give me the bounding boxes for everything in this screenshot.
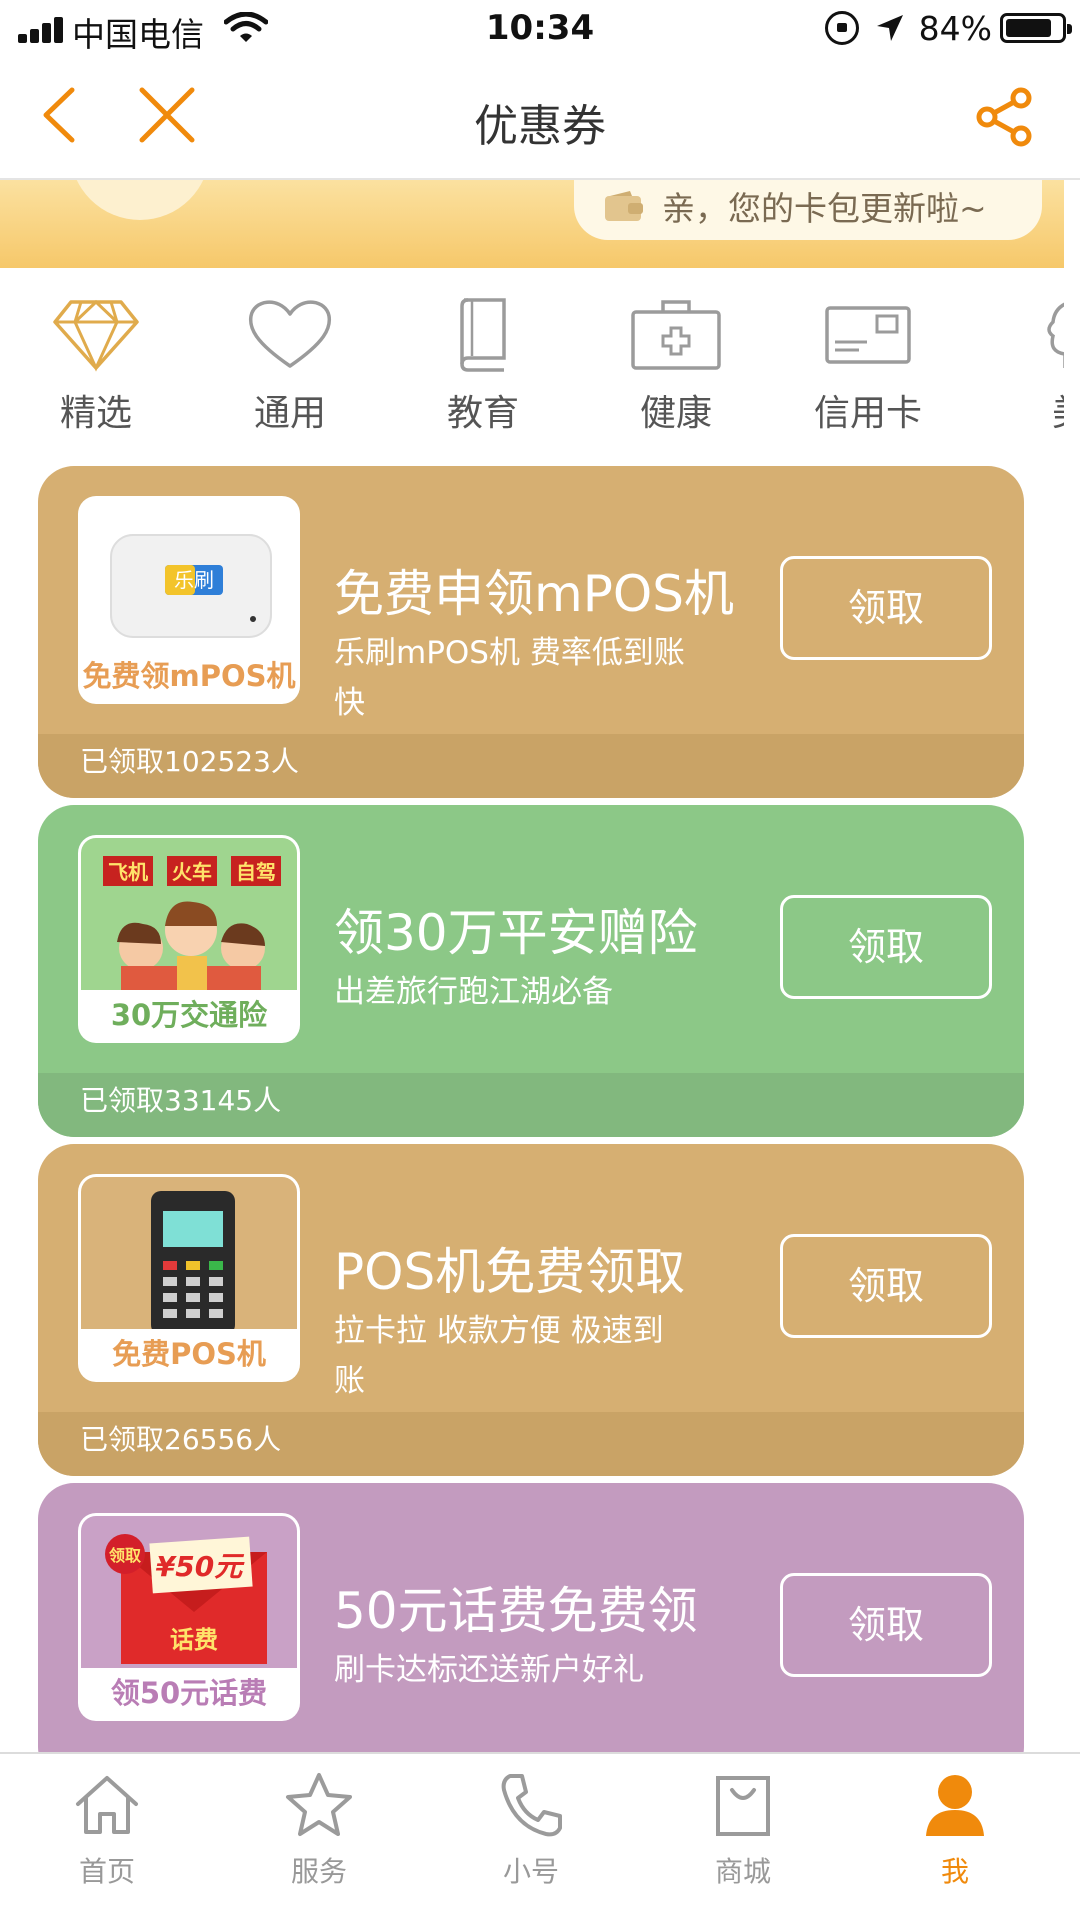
- tab-mall[interactable]: 商城: [678, 1770, 808, 1890]
- banner-text: 亲，您的卡包更新啦~: [662, 189, 987, 228]
- coupon-title: 领30万平安赠险: [334, 904, 698, 962]
- mpos-device-icon: 乐刷: [110, 534, 272, 638]
- medical-kit-icon: [631, 300, 721, 370]
- category-label: 精选: [59, 393, 132, 434]
- page-title: 优惠券: [474, 101, 606, 152]
- tab-subnumber[interactable]: 小号: [466, 1770, 596, 1890]
- battery-icon: [1000, 13, 1072, 43]
- envelope-badge: 领取: [109, 1546, 141, 1565]
- coupon-thumbnail: 飞机 火车 自驾 30万交通险: [78, 835, 300, 1043]
- coupon-title: 免费申领mPOS机: [334, 565, 734, 623]
- coupon-thumbnail: ¥50元 话费 领取 领50元话费: [78, 1513, 300, 1721]
- category-beauty[interactable]: 美: [990, 296, 1064, 446]
- category-featured[interactable]: 精选: [16, 296, 176, 446]
- beauty-icon: [1047, 302, 1064, 368]
- diamond-icon: [53, 299, 139, 372]
- category-health[interactable]: 健康: [596, 296, 756, 446]
- coupon-thumbnail: 乐刷 免费领mPOS机: [78, 496, 300, 704]
- coupon-title: 50元话费免费领: [334, 1582, 698, 1640]
- phone-icon: [501, 1774, 562, 1837]
- coupon-description: 刷卡达标还送新户好礼: [334, 1652, 644, 1688]
- coupon-page: 中国电信 10:34 84% 优惠券 亲，您的卡包更新啦~ 精选 通用 教育 健…: [0, 0, 1080, 1921]
- thumb-tag-text: 火车: [172, 860, 212, 884]
- coupon-description: 出差旅行跑江湖必备: [334, 974, 613, 1010]
- battery-fill: [1006, 19, 1051, 37]
- category-label: 信用卡: [813, 393, 922, 434]
- location-arrow-icon: [876, 15, 903, 41]
- thumb-caption: 免费POS机: [81, 1329, 297, 1379]
- heart-icon: [248, 300, 332, 368]
- category-label: 美: [990, 384, 1064, 436]
- tab-label: 小号: [502, 1855, 559, 1888]
- claimed-count: 已领取102523人: [80, 745, 299, 778]
- coupon-card-phone-credit[interactable]: ¥50元 话费 领取 领50元话费 50元话费免费领 刷卡达标还送新户好礼 领取: [38, 1483, 1024, 1783]
- coupon-card-pos[interactable]: 免费POS机 POS机免费领取 拉卡拉 收款方便 极速到账 领取 已领取2655…: [38, 1144, 1024, 1476]
- category-label: 教育: [446, 393, 519, 434]
- thumb-caption: 领50元话费: [81, 1668, 297, 1718]
- category-bar: 精选 通用 教育 健康 信用卡: [0, 268, 1064, 446]
- nav-bar: 优惠券: [0, 56, 1080, 180]
- tab-label: 首页: [78, 1855, 135, 1888]
- thumb-brand-text: 乐刷: [174, 568, 214, 592]
- category-credit-card[interactable]: 信用卡: [788, 296, 948, 446]
- bottom-tab-bar: 首页 服务 小号 商城 我: [0, 1752, 1080, 1921]
- thumb-caption: 30万交通险: [81, 990, 297, 1040]
- thumb-tag-text: 飞机: [108, 860, 148, 884]
- coupon-description: 乐刷mPOS机 费率低到账快: [334, 635, 685, 721]
- coupon-description: 拉卡拉 收款方便 极速到账: [334, 1313, 664, 1399]
- category-general[interactable]: 通用: [210, 296, 370, 446]
- coupon-card-mpos[interactable]: 乐刷 免费领mPOS机 免费申领mPOS机 乐刷mPOS机 费率低到账快 领取 …: [38, 466, 1024, 798]
- wallet-icon: [605, 191, 643, 221]
- banner-decoration: [70, 180, 210, 220]
- share-icon[interactable]: [974, 86, 1036, 148]
- envelope-label: 话费: [170, 1626, 218, 1654]
- card-pack-banner[interactable]: 亲，您的卡包更新啦~: [0, 180, 1064, 268]
- claimed-count: 已领取26556人: [80, 1423, 282, 1456]
- red-envelope-icon: ¥50元 话费 领取: [105, 1534, 267, 1664]
- tab-me[interactable]: 我: [890, 1770, 1020, 1890]
- tab-label: 服务: [290, 1855, 347, 1888]
- claimed-count: 已领取33145人: [80, 1084, 282, 1117]
- card-pack-notice[interactable]: 亲，您的卡包更新啦~: [574, 180, 1042, 240]
- tab-label: 我: [940, 1855, 969, 1888]
- coupon-thumbnail: 免费POS机: [78, 1174, 300, 1382]
- star-icon: [286, 1773, 352, 1836]
- tab-home[interactable]: 首页: [42, 1770, 172, 1890]
- home-icon: [76, 1776, 138, 1834]
- shopping-bag-icon: [716, 1776, 770, 1836]
- tab-services[interactable]: 服务: [254, 1770, 384, 1890]
- claim-button[interactable]: 领取: [780, 895, 992, 999]
- orientation-lock-icon: [824, 11, 859, 45]
- coupon-title: POS机免费领取: [334, 1243, 686, 1301]
- family-illustration-icon: 飞机 火车 自驾: [103, 856, 281, 996]
- user-icon: [926, 1775, 984, 1836]
- pos-terminal-icon: [151, 1191, 235, 1335]
- tab-label: 商城: [714, 1855, 771, 1888]
- thumb-tag-text: 自驾: [236, 860, 276, 884]
- credit-card-icon: [825, 306, 911, 364]
- battery-percent: 84%: [918, 8, 992, 48]
- claim-button[interactable]: 领取: [780, 556, 992, 660]
- claim-button[interactable]: 领取: [780, 1234, 992, 1338]
- claim-button[interactable]: 领取: [780, 1573, 992, 1677]
- envelope-amount: ¥50元: [156, 1550, 245, 1583]
- book-icon: [460, 298, 506, 372]
- category-education[interactable]: 教育: [403, 296, 563, 446]
- status-bar: 中国电信 10:34 84%: [0, 0, 1080, 56]
- category-label: 健康: [639, 393, 712, 434]
- thumb-caption: 免费领mPOS机: [81, 651, 297, 701]
- category-label: 通用: [253, 393, 326, 434]
- coupon-card-insurance[interactable]: 飞机 火车 自驾 30万交通险 领30万平安赠险 出差旅行跑江湖必备 领取 已领…: [38, 805, 1024, 1137]
